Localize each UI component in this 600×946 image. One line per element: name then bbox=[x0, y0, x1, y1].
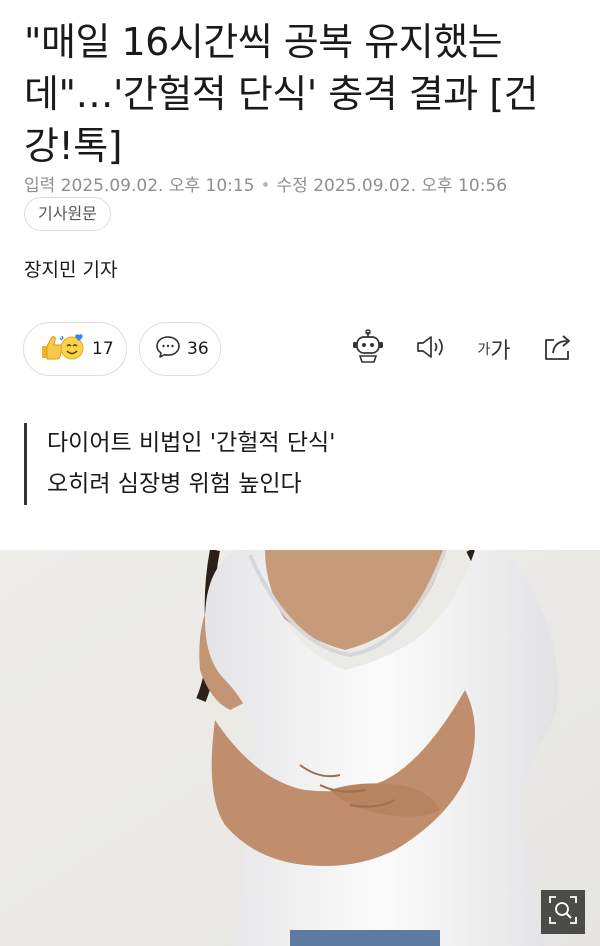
sub-headline: 다이어트 비법인 '간헐적 단식' 오히려 심장병 위험 높인다 bbox=[24, 423, 547, 505]
meta-separator: • bbox=[260, 176, 271, 196]
ai-summary-button[interactable] bbox=[349, 329, 387, 369]
font-size-button[interactable]: 가가 bbox=[474, 330, 514, 368]
article-photo bbox=[0, 550, 600, 946]
sub-headline-line: 오히려 심장병 위험 높인다 bbox=[47, 471, 302, 497]
original-article-button[interactable]: 기사원문 bbox=[24, 197, 111, 231]
comment-count: 36 bbox=[187, 339, 209, 359]
reaction-count: 17 bbox=[92, 339, 114, 359]
modified-date: 수정 2025.09.02. 오후 10:56 bbox=[276, 176, 508, 196]
sub-headline-line: 다이어트 비법인 '간헐적 단식' bbox=[47, 430, 336, 456]
reaction-emoji-icon bbox=[38, 332, 86, 366]
speaker-icon bbox=[415, 333, 447, 365]
listen-button[interactable] bbox=[413, 330, 449, 368]
photo-zoom-button[interactable] bbox=[541, 890, 585, 934]
speech-bubble-icon bbox=[155, 335, 181, 363]
article-dates: 입력 2025.09.02. 오후 10:15 • 수정 2025.09.02. 오… bbox=[24, 171, 507, 196]
comment-button[interactable]: 36 bbox=[139, 322, 221, 376]
article-headline: "매일 16시간씩 공복 유지했는데"…'간헐적 단식' 충격 결과 [건강!톡… bbox=[24, 20, 539, 168]
reporter-name[interactable]: 장지민 기자 bbox=[24, 255, 117, 282]
published-date: 입력 2025.09.02. 오후 10:15 bbox=[24, 176, 255, 196]
share-icon bbox=[542, 332, 574, 366]
share-button[interactable] bbox=[540, 330, 576, 368]
font-small-glyph: 가 bbox=[477, 342, 491, 358]
font-big-glyph: 가 bbox=[490, 339, 511, 364]
magnifier-zoom-icon bbox=[548, 895, 578, 929]
reaction-button[interactable]: 17 bbox=[23, 322, 127, 376]
robot-icon bbox=[350, 329, 386, 369]
